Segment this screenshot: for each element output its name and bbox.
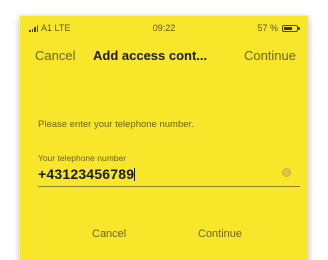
battery-info: 57 % bbox=[257, 23, 300, 33]
navigation-bar: Cancel Add access cont... Continue bbox=[20, 40, 308, 66]
battery-percent: 57 % bbox=[257, 23, 278, 33]
continue-button[interactable]: Continue bbox=[198, 228, 242, 240]
cancel-button[interactable]: Cancel bbox=[92, 228, 126, 240]
instruction-text: Please enter your telephone number. bbox=[38, 119, 194, 130]
nav-cancel-button[interactable]: Cancel bbox=[35, 48, 75, 63]
status-bar: A1 LTE 09:22 57 % bbox=[20, 16, 308, 38]
text-cursor bbox=[134, 168, 136, 181]
phone-number-value: +43123456789 bbox=[38, 166, 135, 182]
page-title: Add access cont... bbox=[93, 48, 208, 63]
phone-field-label: Your telephone number bbox=[38, 153, 127, 163]
phone-number-input[interactable]: +43123456789 bbox=[38, 166, 136, 182]
nav-continue-button[interactable]: Continue bbox=[244, 48, 296, 63]
battery-icon bbox=[282, 24, 300, 32]
clear-input-icon[interactable] bbox=[282, 168, 291, 177]
phone-field-underline bbox=[38, 186, 300, 187]
phone-screen: A1 LTE 09:22 57 % Cancel Add access cont… bbox=[20, 16, 308, 260]
